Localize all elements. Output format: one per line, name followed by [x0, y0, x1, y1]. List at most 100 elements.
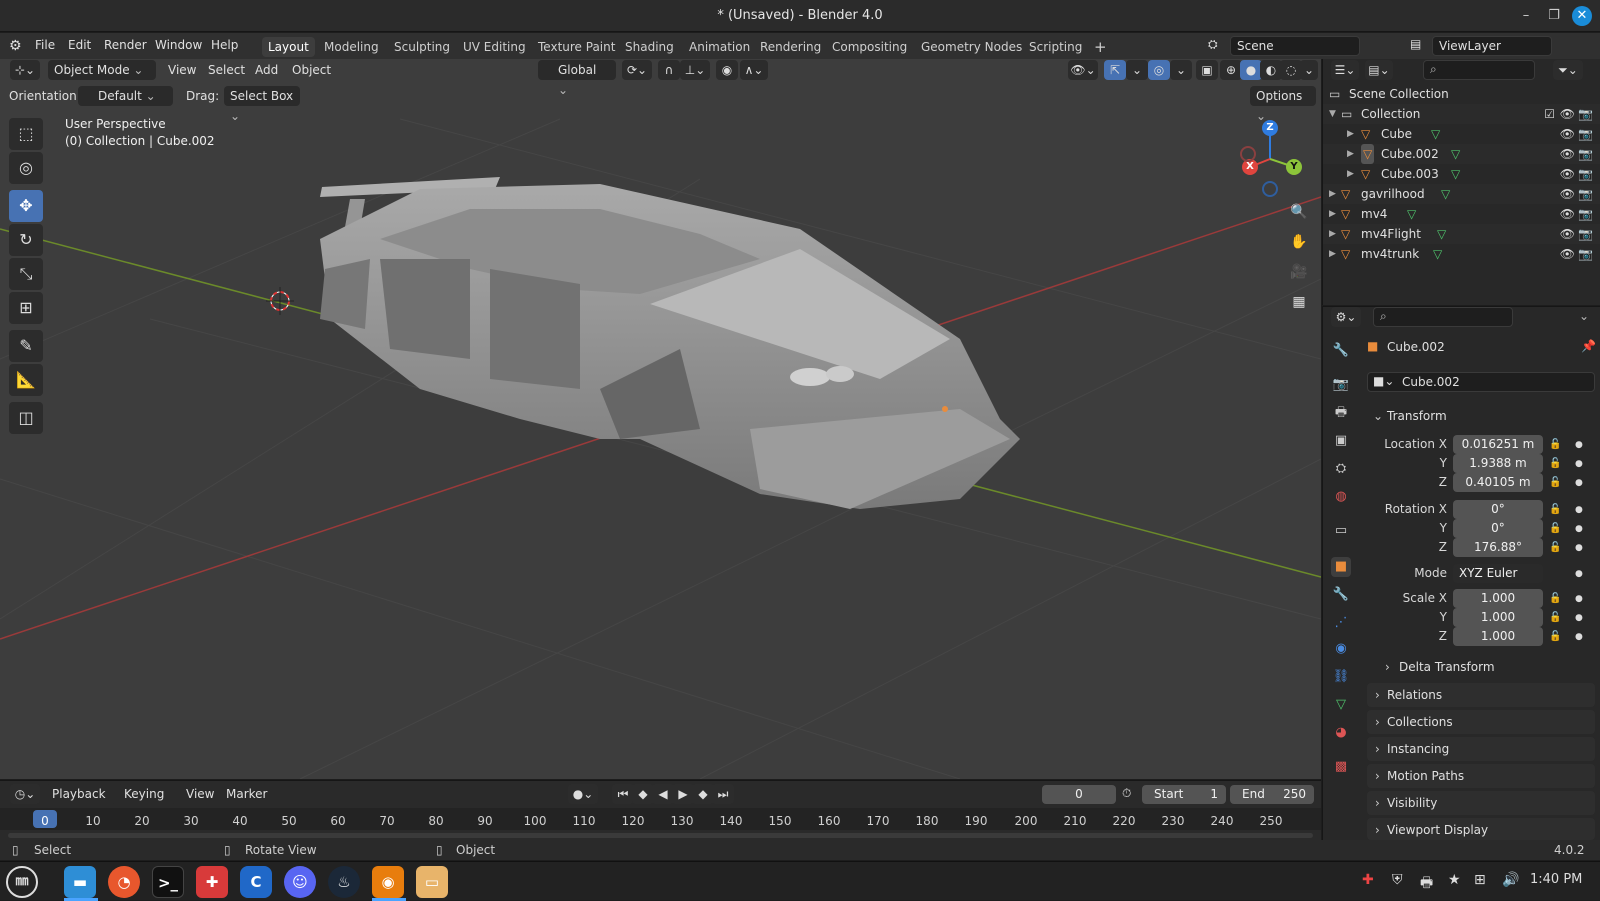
keyframe-dot-icon[interactable]: ●: [1575, 478, 1583, 488]
lock-icon[interactable]: 🔓: [1549, 612, 1561, 623]
modifier-tab-icon[interactable]: 🔧: [1331, 585, 1351, 605]
menu-edit[interactable]: Edit: [68, 38, 91, 52]
outliner-scene-collection[interactable]: ▭ Scene Collection: [1323, 84, 1600, 104]
volume-icon[interactable]: 🔊: [1502, 872, 1519, 888]
texture-tab-icon[interactable]: ▩: [1331, 757, 1351, 777]
expand-icon[interactable]: ▶: [1329, 204, 1336, 224]
rotate-tool-icon[interactable]: ↻: [9, 224, 43, 256]
outliner-collection[interactable]: ▼ ▭ Collection ☑ 👁 📷: [1323, 104, 1600, 124]
instancing-panel[interactable]: Instancing: [1367, 737, 1595, 761]
transform-orientation-dropdown[interactable]: Global: [538, 60, 616, 80]
keyframe-dot-icon[interactable]: ●: [1575, 613, 1583, 623]
location-z-field[interactable]: 0.40105 m: [1453, 473, 1543, 492]
eye-icon[interactable]: 👁: [1560, 204, 1575, 224]
transform-panel-header[interactable]: ⌄ Transform: [1367, 404, 1595, 428]
timeline-scrollbar[interactable]: [8, 833, 1313, 838]
tab-rendering[interactable]: Rendering: [754, 37, 827, 57]
keyframe-dot-icon[interactable]: ●: [1575, 543, 1583, 553]
select-box-tool-icon[interactable]: ⬚: [9, 118, 43, 150]
menu-add[interactable]: Add: [255, 59, 278, 81]
start-frame-field[interactable]: Start 1: [1142, 785, 1226, 804]
mesh-data-icon[interactable]: ▽: [1451, 144, 1460, 164]
code-app-icon[interactable]: C: [240, 866, 272, 898]
star-icon[interactable]: ★: [1448, 872, 1461, 888]
end-frame-field[interactable]: End 250: [1230, 785, 1314, 804]
gizmo-x-label[interactable]: X: [1245, 161, 1255, 172]
discord-app-icon[interactable]: ☺: [284, 866, 316, 898]
scale-y-field[interactable]: 1.000: [1453, 608, 1543, 627]
keyframe-dot-icon[interactable]: ●: [1575, 524, 1583, 534]
camera-icon[interactable]: 📷: [1578, 124, 1593, 144]
eye-icon[interactable]: 👁: [1560, 104, 1575, 124]
lock-icon[interactable]: 🔓: [1549, 504, 1561, 515]
rotation-z-field[interactable]: 176.88°: [1453, 538, 1543, 557]
scene-icon[interactable]: ⛭: [1208, 37, 1218, 52]
expand-icon[interactable]: ▶: [1329, 224, 1336, 244]
tab-animation[interactable]: Animation: [683, 37, 756, 57]
options-dropdown[interactable]: Options: [1250, 86, 1316, 106]
menu-object[interactable]: Object: [292, 59, 331, 81]
proportional-edit-icon[interactable]: ◉: [716, 60, 738, 80]
perspective-toggle-icon[interactable]: ▦: [1286, 289, 1312, 315]
eye-icon[interactable]: 👁: [1560, 144, 1575, 164]
pin-icon[interactable]: 📌: [1581, 339, 1596, 353]
clock[interactable]: 1:40 PM: [1530, 872, 1582, 887]
object-data-dropdown-icon[interactable]: ■⌄: [1373, 374, 1394, 388]
properties-search-input[interactable]: [1373, 307, 1513, 327]
blender-app-icon[interactable]: ◉: [372, 866, 404, 898]
minimize-button[interactable]: –: [1516, 6, 1536, 26]
menu-render[interactable]: Render: [104, 38, 147, 52]
files-app-icon[interactable]: ▬: [64, 866, 96, 898]
constraints-tab-icon[interactable]: ⛓: [1331, 667, 1351, 687]
outliner-item-mv4trunk[interactable]: ▶ ▽ mv4trunk ▽ 👁 📷: [1323, 244, 1600, 264]
keyframe-dot-icon[interactable]: ●: [1575, 569, 1583, 579]
display-mode-icon[interactable]: ▤⌄: [1365, 60, 1393, 80]
auto-keying-icon[interactable]: ●⌄: [568, 784, 598, 804]
tab-scripting[interactable]: Scripting: [1023, 37, 1088, 57]
camera-icon[interactable]: 📷: [1578, 224, 1593, 244]
expand-icon[interactable]: ▼: [1329, 104, 1336, 124]
tab-modeling[interactable]: Modeling: [318, 37, 385, 57]
terminal-app-icon[interactable]: >_: [152, 866, 184, 898]
stopwatch-icon[interactable]: ⏱: [1122, 786, 1131, 801]
measure-tool-icon[interactable]: 📐: [9, 364, 43, 396]
outliner-item-cube-002[interactable]: ▶ ▽ Cube.002 ▽ 👁 📷: [1323, 144, 1600, 164]
output-tab-icon[interactable]: 🖶: [1331, 403, 1351, 423]
scene-tab-icon[interactable]: ⛭: [1331, 459, 1351, 479]
lock-icon[interactable]: 🔓: [1549, 542, 1561, 553]
maximize-button[interactable]: ❐: [1544, 6, 1564, 26]
keyframe-dot-icon[interactable]: ●: [1575, 505, 1583, 515]
rendered-shading-icon[interactable]: ◌: [1280, 60, 1302, 80]
jump-start-icon[interactable]: ⏮: [612, 784, 634, 804]
collections-panel[interactable]: Collections: [1367, 710, 1595, 734]
annotate-tool-icon[interactable]: ✎: [9, 330, 43, 362]
shading-dropdown-icon[interactable]: ⌄: [1300, 60, 1318, 80]
relations-panel[interactable]: Relations: [1367, 683, 1595, 707]
lock-icon[interactable]: 🔓: [1549, 593, 1561, 604]
outliner-item-gavrilhood[interactable]: ▶ ▽ gavrilhood ▽ 👁 📷: [1323, 184, 1600, 204]
physics-tab-icon[interactable]: ◉: [1331, 639, 1351, 659]
mesh-data-icon[interactable]: ▽: [1407, 204, 1416, 224]
play-icon[interactable]: ▶: [672, 784, 694, 804]
orientation-dropdown[interactable]: Default: [78, 86, 173, 106]
editor-type-icon[interactable]: ⊹⌄: [10, 60, 40, 80]
keying-dropdown[interactable]: Keying: [118, 784, 176, 804]
add-workspace-button[interactable]: +: [1088, 37, 1113, 57]
camera-icon[interactable]: 📷: [1578, 184, 1593, 204]
start-menu-icon[interactable]: ㎜: [6, 866, 38, 898]
camera-view-icon[interactable]: 🎥: [1286, 259, 1312, 285]
blender-logo-icon[interactable]: ⚙: [9, 38, 22, 54]
frame-ruler[interactable]: 0 10 20 30 40 50 60 70 80 90 100 110 120…: [0, 808, 1321, 830]
lock-icon[interactable]: 🔓: [1549, 458, 1561, 469]
move-tool-icon[interactable]: ✥: [9, 190, 43, 222]
playback-dropdown[interactable]: Playback: [46, 784, 116, 804]
menu-help[interactable]: Help: [211, 38, 238, 52]
tool-tab-icon[interactable]: 🔧: [1331, 341, 1351, 361]
play-reverse-icon[interactable]: ◀: [652, 784, 674, 804]
transform-tool-icon[interactable]: ⊞: [9, 292, 43, 324]
outliner-item-mv4[interactable]: ▶ ▽ mv4 ▽ 👁 📷: [1323, 204, 1600, 224]
add-cube-tool-icon[interactable]: ◫: [9, 402, 43, 434]
tab-shading[interactable]: Shading: [619, 37, 680, 57]
camera-icon[interactable]: 📷: [1578, 164, 1593, 184]
network-icon[interactable]: ⊞: [1474, 872, 1486, 888]
